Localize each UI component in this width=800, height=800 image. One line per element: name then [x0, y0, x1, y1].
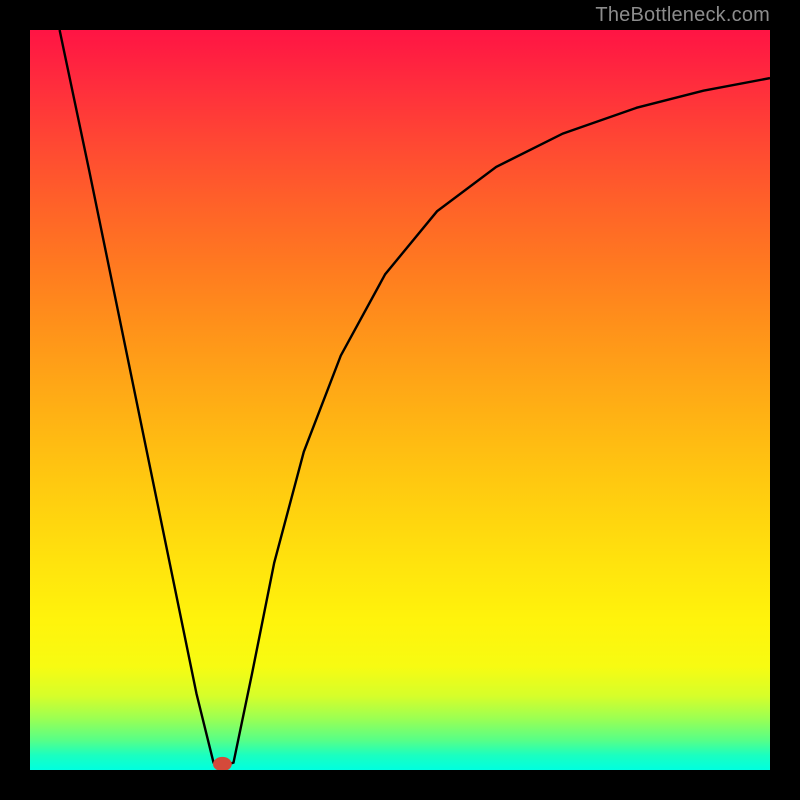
- min-marker: [214, 757, 232, 770]
- plot-area: [30, 30, 770, 770]
- bottleneck-curve: [60, 30, 770, 766]
- chart-stage: TheBottleneck.com: [0, 0, 800, 800]
- curve-svg: [30, 30, 770, 770]
- attribution-text: TheBottleneck.com: [595, 4, 770, 27]
